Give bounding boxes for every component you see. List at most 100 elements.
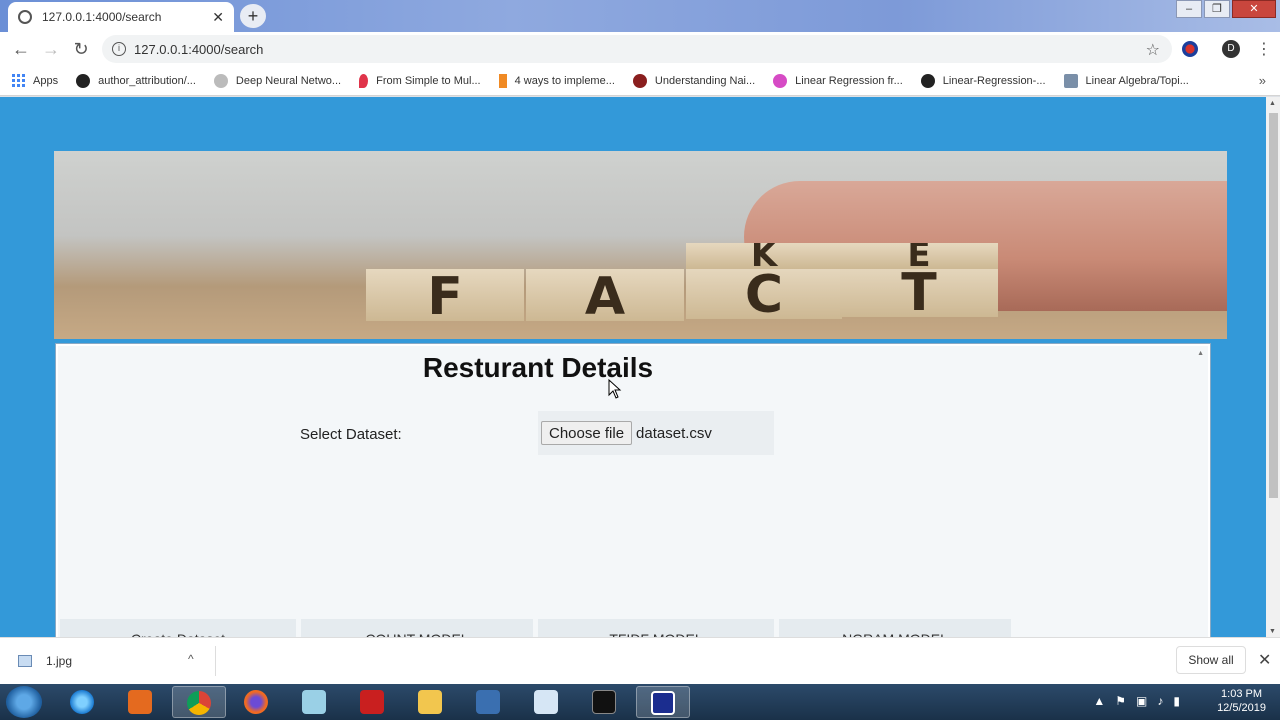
globe-icon (18, 10, 32, 24)
details-panel: Resturant Details Select Dataset: Choose… (55, 343, 1211, 637)
letter-block: F (366, 269, 524, 325)
bookmark-item[interactable]: author_attribution/... (76, 73, 196, 88)
firefox-icon[interactable] (230, 686, 284, 718)
tab-title: 127.0.0.1:4000/search (42, 10, 162, 24)
bookmark-label: Linear Algebra/Topi... (1085, 74, 1189, 87)
media-player-icon[interactable] (114, 686, 168, 718)
bookmark-label: 4 ways to impleme... (514, 74, 615, 87)
bookmark-apps[interactable]: Apps (12, 74, 58, 87)
bookmark-item[interactable]: Understanding Nai... (632, 73, 756, 88)
choose-file-button[interactable]: Choose file (541, 421, 633, 445)
selected-file-name: dataset.csv (636, 424, 712, 442)
profile-avatar[interactable]: D (1222, 40, 1240, 58)
bookmark-label: From Simple to Mul... (376, 74, 481, 87)
person-icon (632, 73, 647, 88)
bookmark-star-icon[interactable]: ☆ (1146, 40, 1160, 60)
scroll-down-icon[interactable]: ▼ (1269, 628, 1276, 635)
close-tab-icon[interactable]: ✕ (212, 9, 224, 26)
bookmark-item[interactable]: From Simple to Mul... (359, 73, 481, 88)
medium-icon (773, 73, 788, 88)
bookmark-label: Linear Regression fr... (795, 74, 903, 87)
text-editor-icon[interactable] (462, 686, 516, 718)
letter-block: C (686, 267, 842, 323)
stack-icon (1063, 73, 1078, 88)
github-icon (76, 73, 91, 88)
info-icon[interactable]: i (112, 42, 126, 56)
apps-grid-icon (12, 74, 25, 87)
mouse-cursor-icon (608, 379, 622, 399)
back-button[interactable]: ← (6, 39, 36, 60)
paint-icon[interactable] (520, 686, 574, 718)
more-bookmarks-icon[interactable]: » (1259, 73, 1266, 88)
github-icon (920, 73, 935, 88)
show-all-button[interactable]: Show all (1176, 646, 1246, 674)
clock[interactable]: 1:03 PM 12/5/2019 (1217, 687, 1266, 715)
model-buttons: Create Dataset COUNT MODEL TFIDF MODEL N… (60, 619, 1011, 637)
taskbar: ▲ ⚑ ▣ ♪ ▮ 1:03 PM 12/5/2019 (0, 684, 1280, 720)
bookmark-label: author_attribution/... (98, 74, 196, 87)
file-explorer-icon[interactable] (404, 686, 458, 718)
browser-toolbar: ← → ↻ i 127.0.0.1:4000/search ☆ D ⋮ (0, 32, 1280, 66)
letter-block: A (526, 269, 684, 325)
chrome-icon[interactable] (172, 686, 226, 718)
letter-block: K (686, 243, 842, 269)
close-download-bar-icon[interactable]: ✕ (1258, 650, 1271, 670)
network-icon[interactable]: ▣ (1136, 694, 1147, 708)
volume-icon[interactable]: ♪ (1157, 694, 1163, 708)
extension-icon[interactable] (1182, 41, 1198, 57)
globe-icon (213, 73, 228, 88)
scroll-up-icon[interactable]: ▲ (1269, 100, 1276, 107)
python-icon[interactable] (636, 686, 690, 718)
menu-icon[interactable]: ⋮ (1256, 39, 1272, 59)
tray-arrow-icon[interactable]: ▲ (1093, 694, 1105, 708)
bookmark-label: Deep Neural Netwo... (235, 74, 342, 87)
bookmark-item[interactable]: Linear-Regression-... (920, 73, 1046, 88)
count-model-button[interactable]: COUNT MODEL (301, 619, 533, 637)
page-viewport: F A C T K E Resturant Details Select Dat… (0, 97, 1266, 637)
image-file-icon (18, 655, 32, 667)
close-window-button[interactable]: ✕ (1232, 0, 1276, 18)
download-item[interactable]: 1.jpg (18, 654, 72, 668)
arrow-icon (498, 73, 507, 88)
page-title: Resturant Details (422, 352, 654, 383)
internet-explorer-icon[interactable] (56, 686, 110, 718)
console-icon[interactable] (578, 686, 632, 718)
bookmark-item[interactable]: Linear Algebra/Topi... (1063, 73, 1189, 88)
bookmark-label: Apps (33, 74, 59, 87)
browser-tab[interactable]: 127.0.0.1:4000/search ✕ (8, 2, 234, 32)
bookmarks-bar: Apps author_attribution/... Deep Neural … (0, 66, 1280, 96)
banner-image: F A C T K E (54, 151, 1227, 339)
pin-icon (359, 73, 369, 88)
maximize-button[interactable]: ❐ (1204, 0, 1230, 18)
download-file-name: 1.jpg (46, 654, 73, 668)
divider (215, 646, 216, 676)
new-tab-button[interactable]: + (240, 4, 266, 28)
scrollbar-thumb[interactable] (1269, 113, 1278, 498)
reload-button[interactable]: ↻ (66, 39, 96, 60)
signal-icon[interactable]: ▮ (1173, 694, 1180, 708)
tab-strip: 127.0.0.1:4000/search ✕ + – ❐ ✕ (0, 0, 1280, 32)
bookmark-label: Linear-Regression-... (942, 74, 1046, 87)
chevron-up-icon[interactable]: ^ (188, 652, 194, 666)
ngram-model-button[interactable]: NGRAM MODEL (779, 619, 1011, 637)
bookmark-item[interactable]: 4 ways to impleme... (498, 73, 615, 88)
clock-date: 12/5/2019 (1217, 702, 1266, 714)
tfidf-model-button[interactable]: TFIDF MODEL (538, 619, 774, 637)
bookmark-item[interactable]: Deep Neural Netwo... (213, 73, 342, 88)
address-bar[interactable]: i 127.0.0.1:4000/search ☆ (102, 35, 1172, 63)
bookmark-label: Understanding Nai... (654, 74, 756, 87)
start-button[interactable] (6, 686, 42, 718)
file-input[interactable]: Choose file dataset.csv (538, 411, 774, 455)
notepad-icon[interactable] (288, 686, 342, 718)
select-dataset-label: Select Dataset: (300, 426, 402, 443)
scroll-up-icon[interactable]: ▲ (1197, 350, 1204, 357)
url-text: 127.0.0.1:4000/search (134, 41, 264, 57)
minimize-button[interactable]: – (1176, 0, 1202, 18)
page-scrollbar[interactable]: ▲ ▼ (1266, 97, 1280, 637)
acrobat-icon[interactable] (346, 686, 400, 718)
create-dataset-button[interactable]: Create Dataset (60, 619, 296, 637)
letter-block: E (840, 243, 998, 269)
flag-icon[interactable]: ⚑ (1115, 694, 1126, 708)
bookmark-item[interactable]: Linear Regression fr... (773, 73, 903, 88)
forward-button[interactable]: → (36, 39, 66, 60)
